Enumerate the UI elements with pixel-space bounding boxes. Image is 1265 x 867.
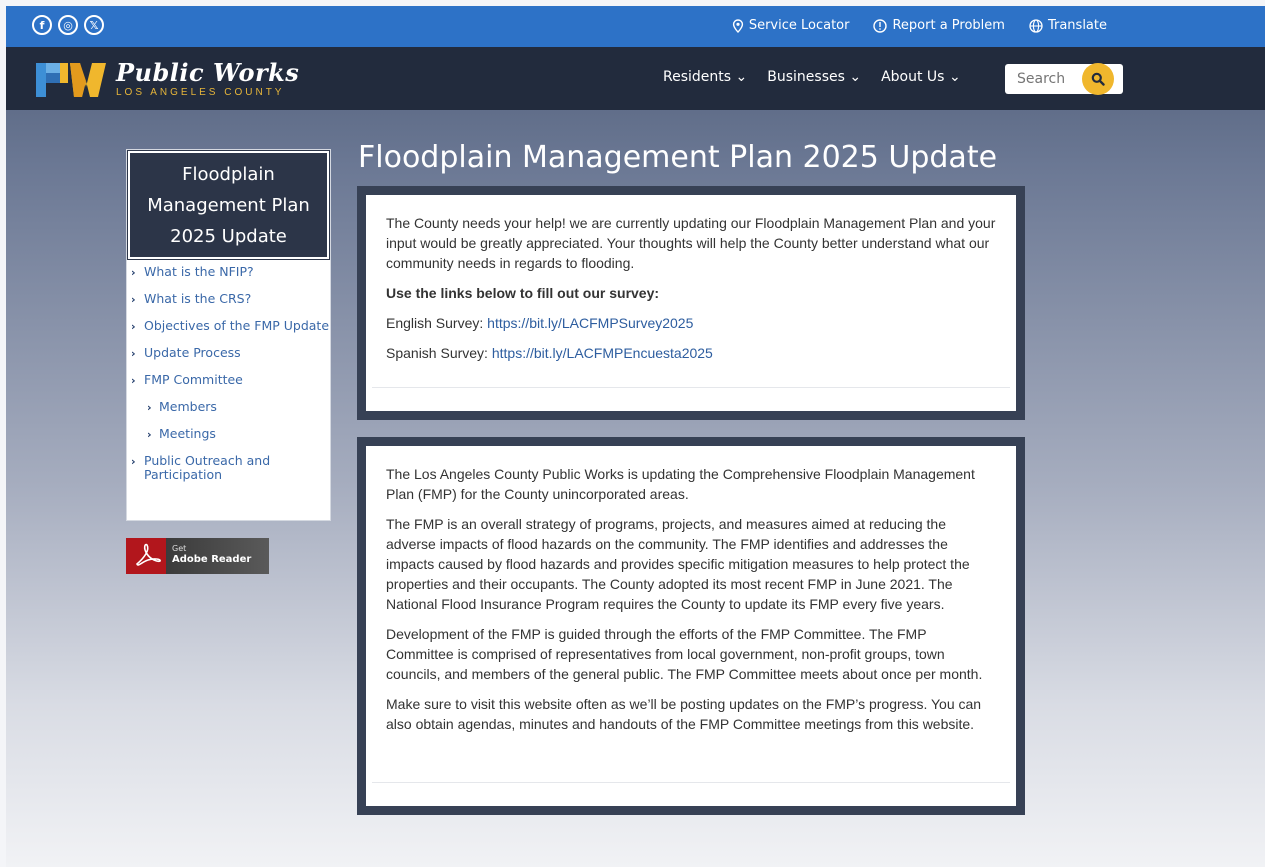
english-survey-link[interactable]: https://bit.ly/LACFMPSurvey2025 [487,315,693,331]
alert-circle-icon [873,18,888,33]
adobe-get-label: Get [172,544,187,553]
chevron-down-icon: ⌄ [735,69,748,85]
social-links: f ◎ 𝕏 [32,15,104,35]
sidebar-item-public-outreach[interactable]: › Public Outreach and Participation [127,454,330,482]
sidebar-item-crs[interactable]: › What is the CRS? [127,291,330,307]
search-button[interactable] [1082,63,1114,95]
spanish-survey-label: Spanish Survey: [386,345,492,361]
chevron-right-icon: › [131,293,136,306]
chevron-right-icon: › [147,428,152,441]
pw-logo-mark-icon [34,57,110,101]
spanish-survey-line: Spanish Survey: https://bit.ly/LACFMPEnc… [386,343,996,363]
chevron-down-icon: ⌄ [849,69,862,85]
sidebar-links: › What is the NFIP? › What is the CRS? › Ob… [127,265,330,482]
page: f ◎ 𝕏 Service Locator Report a Problem T… [6,6,1265,867]
about-paragraph: Make sure to visit this website often as… [386,696,982,732]
search-icon [1091,72,1105,86]
report-problem-label: Report a Problem [892,18,1005,33]
spanish-survey-link[interactable]: https://bit.ly/LACFMPEncuesta2025 [492,345,713,361]
main-nav: Residents ⌄ Businesses ⌄ About Us ⌄ [663,69,961,85]
site-logo[interactable]: Public Works LOS ANGELES COUNTY [34,57,299,101]
facebook-icon[interactable]: f [32,15,52,35]
utility-bar: f ◎ 𝕏 Service Locator Report a Problem T… [6,6,1265,47]
logo-title: Public Works [116,58,300,87]
nav-businesses[interactable]: Businesses ⌄ [767,69,861,85]
chevron-right-icon: › [147,401,152,414]
get-adobe-reader-button[interactable]: Get Adobe Reader [126,538,269,574]
sidebar-item-label: Objectives of the FMP Update [144,318,330,333]
logo-subtitle: LOS ANGELES COUNTY [116,87,285,98]
sidebar-item-meetings[interactable]: › Meetings [127,426,330,442]
x-icon[interactable]: 𝕏 [84,15,104,35]
sidebar-item-members[interactable]: › Members [127,399,330,415]
sidebar-title[interactable]: Floodplain Management Plan 2025 Update [127,150,330,260]
survey-heading: Use the links below to fill out our surv… [386,285,660,301]
sidebar-title-line: Management Plan [147,195,310,216]
sidebar-item-label: Public Outreach and Participation [144,453,271,482]
about-paragraph: The FMP is an overall strategy of progra… [386,516,970,612]
sidebar-title-line: Floodplain [182,164,275,185]
service-locator-label: Service Locator [748,18,850,33]
sidebar-item-label: Members [159,399,217,414]
sidebar-item-update-process[interactable]: › Update Process [127,345,330,361]
card-divider [372,387,1010,388]
chevron-right-icon: › [131,347,136,360]
sidebar-item-fmp-committee[interactable]: › FMP Committee [127,372,330,388]
page-title: Floodplain Management Plan 2025 Update [358,140,998,175]
survey-card: The County needs your help! we are curre… [357,186,1025,420]
search-input[interactable] [1005,64,1085,94]
service-locator-link[interactable]: Service Locator [732,18,850,33]
sidebar-item-label: What is the NFIP? [144,264,254,279]
sidebar-item-label: Meetings [159,426,216,441]
chevron-right-icon: › [131,374,136,387]
location-pin-icon [732,18,743,33]
section-sidebar: Floodplain Management Plan 2025 Update ›… [126,149,331,521]
english-survey-line: English Survey: https://bit.ly/LACFMPSur… [386,313,996,333]
sidebar-title-line: 2025 Update [170,226,287,247]
nav-about-us[interactable]: About Us ⌄ [881,69,961,85]
adobe-acrobat-icon [136,543,161,566]
sidebar-item-label: FMP Committee [144,372,243,387]
nav-residents[interactable]: Residents ⌄ [663,69,747,85]
translate-link[interactable]: Translate [1029,18,1107,33]
globe-icon [1029,18,1043,33]
report-problem-link[interactable]: Report a Problem [873,18,1005,33]
sidebar-item-nfip[interactable]: › What is the NFIP? [127,264,330,280]
adobe-reader-label: Adobe Reader [172,554,252,565]
chevron-right-icon: › [131,320,136,333]
chevron-right-icon: › [131,266,136,279]
nav-about-label: About Us [881,69,945,85]
sidebar-item-label: Update Process [144,345,241,360]
utility-links: Service Locator Report a Problem Transla… [732,18,1107,33]
site-header: Public Works LOS ANGELES COUNTY Resident… [6,47,1265,110]
card-divider [372,782,1010,783]
nav-businesses-label: Businesses [767,69,845,85]
search-box [1005,63,1123,95]
instagram-icon[interactable]: ◎ [58,15,78,35]
nav-residents-label: Residents [663,69,732,85]
survey-intro-text: The County needs your help! we are curre… [386,215,996,271]
chevron-down-icon: ⌄ [948,69,961,85]
about-fmp-card: The Los Angeles County Public Works is u… [357,437,1025,815]
translate-label: Translate [1047,18,1107,33]
chevron-right-icon: › [131,455,136,468]
sidebar-item-label: What is the CRS? [144,291,252,306]
english-survey-label: English Survey: [386,315,488,331]
about-paragraph: Development of the FMP is guided through… [386,626,983,682]
sidebar-item-objectives[interactable]: › Objectives of the FMP Update [127,318,330,334]
about-paragraph: The Los Angeles County Public Works is u… [386,466,975,502]
